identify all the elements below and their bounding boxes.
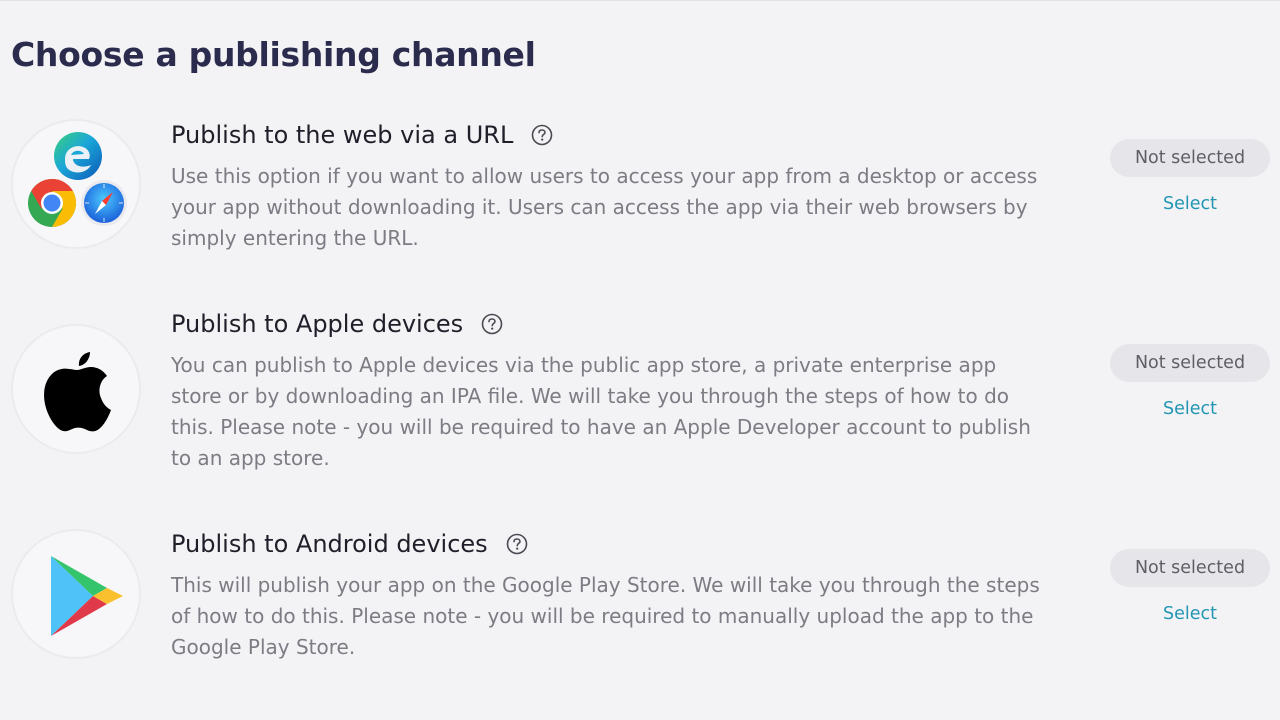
- help-icon[interactable]: [481, 313, 503, 335]
- channel-description: Use this option if you want to allow use…: [171, 164, 1038, 250]
- channel-title: Publish to the web via a URL: [171, 121, 553, 149]
- channel-title-text: Publish to Apple devices: [171, 310, 464, 338]
- channel-description: This will publish your app on the Google…: [171, 573, 1040, 659]
- apple-logo-circle: [11, 324, 141, 454]
- status-badge: Not selected: [1110, 549, 1270, 587]
- help-icon[interactable]: [531, 124, 553, 146]
- edge-icon: [54, 132, 102, 180]
- page-title: Choose a publishing channel: [11, 35, 536, 74]
- safari-icon: [81, 180, 127, 226]
- status-badge: Not selected: [1110, 139, 1270, 177]
- channel-description: You can publish to Apple devices via the…: [171, 353, 1031, 470]
- publishing-channel-page: Choose a publishing channel Publish to t…: [0, 0, 1280, 720]
- google-play-icon: [51, 556, 123, 636]
- apple-icon: [44, 352, 111, 432]
- channel-title-text: Publish to the web via a URL: [171, 121, 514, 149]
- select-web-link[interactable]: Select: [1110, 194, 1270, 214]
- status-badge: Not selected: [1110, 344, 1270, 382]
- channel-title-text: Publish to Android devices: [171, 530, 488, 558]
- google-play-logo-circle: [11, 529, 141, 659]
- channel-title: Publish to Apple devices: [171, 310, 503, 338]
- select-apple-link[interactable]: Select: [1110, 399, 1270, 419]
- select-android-link[interactable]: Select: [1110, 604, 1270, 624]
- help-icon[interactable]: [506, 533, 528, 555]
- channel-title: Publish to Android devices: [171, 530, 528, 558]
- web-browsers-logo: [11, 119, 141, 249]
- chrome-icon: [28, 179, 77, 227]
